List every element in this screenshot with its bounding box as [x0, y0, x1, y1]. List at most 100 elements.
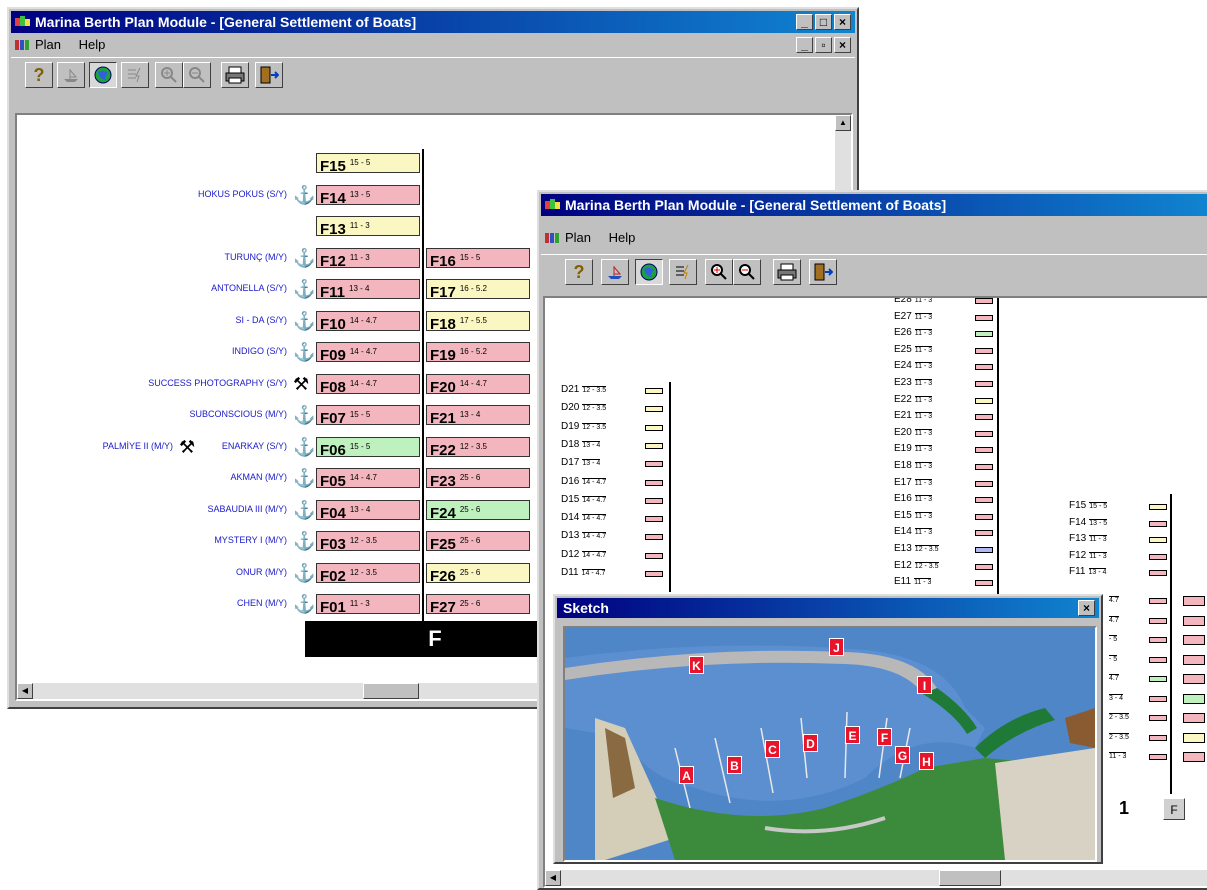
berth-e15[interactable]: E15 11 - 3	[894, 510, 933, 521]
berth-d19[interactable]: D19 12 - 3.5	[561, 421, 607, 432]
scroll-thumb[interactable]	[363, 683, 419, 699]
help-tool[interactable]: ?	[565, 259, 593, 285]
scroll-left-button[interactable]: ◀	[17, 683, 33, 699]
berth-f14[interactable]: F14 13 - 5	[1069, 517, 1108, 528]
boat-name[interactable]: HOKUS POKUS (S/Y)	[198, 189, 287, 199]
berth-partial[interactable]: 4.7	[1109, 614, 1119, 625]
boat-name[interactable]: PALMİYE II (M/Y)	[103, 441, 173, 451]
help-tool[interactable]: ?	[25, 62, 53, 88]
horizontal-scrollbar[interactable]: ◀	[545, 870, 1207, 886]
berth-f20[interactable]: F20 14 - 4.7	[426, 374, 530, 394]
berth-f27[interactable]: F27 25 - 6	[426, 594, 530, 614]
berth-d21[interactable]: D21 12 - 3.5	[561, 384, 607, 395]
boat-name[interactable]: CHEN (M/Y)	[237, 598, 287, 608]
boat-name[interactable]: SUBCONSCIOUS (M/Y)	[189, 409, 287, 419]
doc-restore-button[interactable]: ▫	[815, 37, 832, 53]
berth-partial[interactable]: 4.7	[1109, 672, 1119, 683]
zoom-out-tool[interactable]	[183, 62, 211, 88]
scroll-thumb[interactable]	[939, 870, 1001, 886]
marker-pier-f[interactable]: F	[877, 728, 892, 746]
marker-pier-a[interactable]: A	[679, 766, 694, 784]
berth-f15[interactable]: F15 15 - 5	[1069, 500, 1108, 511]
exit-tool[interactable]	[809, 259, 837, 285]
berth-f04[interactable]: F04 13 - 4	[316, 500, 420, 520]
berth-e20[interactable]: E20 11 - 3	[894, 427, 933, 438]
berth-partial[interactable]: 3 - 4	[1109, 692, 1124, 703]
berth-d17[interactable]: D17 13 - 4	[561, 457, 601, 468]
edit-boat-tool[interactable]	[57, 62, 85, 88]
berth-f11[interactable]: F11 13 - 4	[316, 279, 420, 299]
boat-name[interactable]: ENARKAY (S/Y)	[222, 441, 287, 451]
berth-e16[interactable]: E16 11 - 3	[894, 493, 933, 504]
edit-boat-tool[interactable]	[601, 259, 629, 285]
berth-partial[interactable]: 11 - 3	[1109, 750, 1127, 761]
berth-e12[interactable]: E12 12 - 3.5	[894, 560, 939, 571]
berth-partial[interactable]: - 5	[1109, 633, 1118, 644]
boat-name[interactable]: SABAUDIA III (M/Y)	[207, 504, 287, 514]
marina-map[interactable]: A B C D EFGH I J K	[563, 626, 1097, 862]
marker-pier-k[interactable]: K	[689, 656, 704, 674]
berth-e22[interactable]: E22 11 - 3	[894, 394, 933, 405]
berth-f09[interactable]: F09 14 - 4.7	[316, 342, 420, 362]
zoom-in-tool[interactable]	[705, 259, 733, 285]
document-icon[interactable]	[15, 38, 31, 52]
berth-e26[interactable]: E26 11 - 3	[894, 327, 933, 338]
report-tool[interactable]	[121, 62, 149, 88]
berth-e14[interactable]: E14 11 - 3	[894, 526, 933, 537]
menu-help[interactable]: Help	[79, 37, 106, 52]
boat-name[interactable]: TURUNÇ (M/Y)	[225, 252, 288, 262]
doc-close-button[interactable]: ×	[834, 37, 851, 53]
berth-partial[interactable]: - 5	[1109, 653, 1118, 664]
berth-f05[interactable]: F05 14 - 4.7	[316, 468, 420, 488]
berth-e21[interactable]: E21 11 - 3	[894, 410, 933, 421]
print-tool[interactable]	[773, 259, 801, 285]
maximize-button[interactable]: □	[815, 14, 832, 30]
menu-plan[interactable]: Plan	[565, 230, 591, 245]
berth-d16[interactable]: D16 14 - 4.7	[561, 476, 607, 487]
boat-name[interactable]: ANTONELLA (S/Y)	[211, 283, 287, 293]
berth-e13[interactable]: E13 12 - 3.5	[894, 543, 939, 554]
doc-minimize-button[interactable]: _	[796, 37, 813, 53]
berth-e27[interactable]: E27 11 - 3	[894, 311, 933, 322]
close-button[interactable]: ×	[834, 14, 851, 30]
berth-f26[interactable]: F26 25 - 6	[426, 563, 530, 583]
globe-tool[interactable]	[89, 62, 117, 88]
berth-d20[interactable]: D20 12 - 3.5	[561, 402, 607, 413]
berth-f01[interactable]: F01 11 - 3	[316, 594, 420, 614]
minimize-button[interactable]: _	[796, 14, 813, 30]
berth-d15[interactable]: D15 14 - 4.7	[561, 494, 607, 505]
boat-name[interactable]: SUCCESS PHOTOGRAPHY (S/Y)	[148, 378, 287, 388]
berth-f12[interactable]: F12 11 - 3	[1069, 550, 1107, 561]
berth-f16[interactable]: F16 15 - 5	[426, 248, 530, 268]
boat-name[interactable]: AKMAN (M/Y)	[230, 472, 287, 482]
berth-f13[interactable]: F13 11 - 3	[1069, 533, 1107, 544]
berth-f14[interactable]: F14 13 - 5	[316, 185, 420, 205]
sketch-close-button[interactable]: ×	[1078, 600, 1095, 616]
boat-name[interactable]: ONUR (M/Y)	[236, 567, 287, 577]
scroll-left-button[interactable]: ◀	[545, 870, 561, 886]
sketch-title-bar[interactable]: Sketch ×	[557, 598, 1099, 618]
globe-tool[interactable]	[635, 259, 663, 285]
marker-pier-h[interactable]: H	[919, 752, 934, 770]
marker-pier-e[interactable]: E	[845, 726, 860, 744]
berth-f07[interactable]: F07 15 - 5	[316, 405, 420, 425]
marker-pier-c[interactable]: C	[765, 740, 780, 758]
berth-d18[interactable]: D18 13 - 4	[561, 439, 601, 450]
berth-f15[interactable]: F15 15 - 5	[316, 153, 420, 173]
marker-pier-j[interactable]: J	[829, 638, 844, 656]
berth-f08[interactable]: F08 14 - 4.7	[316, 374, 420, 394]
berth-e19[interactable]: E19 11 - 3	[894, 443, 933, 454]
berth-partial[interactable]: 2 - 3.5	[1109, 711, 1129, 722]
berth-f17[interactable]: F17 16 - 5.2	[426, 279, 530, 299]
berth-f18[interactable]: F18 17 - 5.5	[426, 311, 530, 331]
berth-f21[interactable]: F21 13 - 4	[426, 405, 530, 425]
berth-f12[interactable]: F12 11 - 3	[316, 248, 420, 268]
berth-f03[interactable]: F03 12 - 3.5	[316, 531, 420, 551]
berth-f02[interactable]: F02 12 - 3.5	[316, 563, 420, 583]
sketch-window[interactable]: Sketch × A B C D EFGH I J K	[553, 594, 1103, 864]
report-tool[interactable]	[669, 259, 697, 285]
zoom-out-tool[interactable]	[733, 259, 761, 285]
berth-f19[interactable]: F19 16 - 5.2	[426, 342, 530, 362]
berth-e11[interactable]: E11 11 - 3	[894, 576, 932, 587]
berth-f23[interactable]: F23 25 - 6	[426, 468, 530, 488]
